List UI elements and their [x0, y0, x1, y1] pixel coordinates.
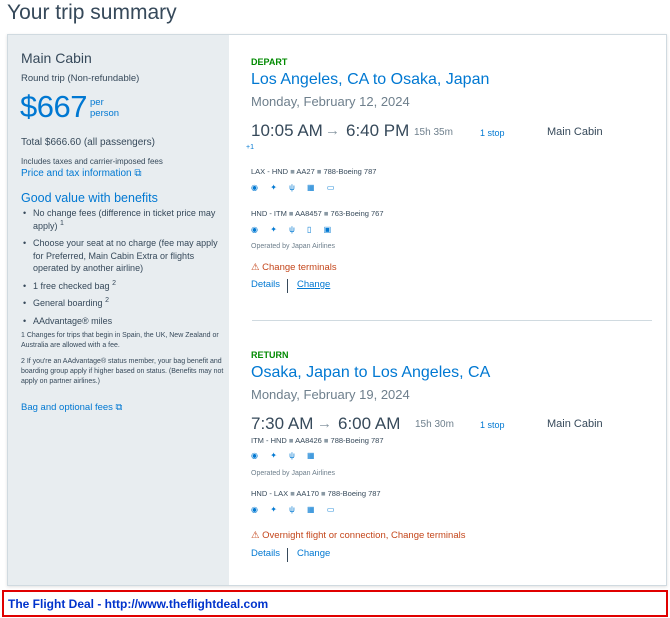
segment-info: HND - ITM ■ AA8457 ■ 763-Boeing 767	[251, 209, 384, 218]
segment-route: ITM - HND	[251, 436, 287, 445]
segment-aircraft: 763-Boeing 767	[330, 209, 384, 218]
benefit-footnote-ref: 1	[60, 219, 64, 227]
segment-route: HND - LAX	[251, 489, 289, 498]
itinerary-panel: DEPART Los Angeles, CA to Osaka, Japan M…	[229, 35, 666, 585]
change-terminals-warning: ⚠ Change terminals	[251, 262, 337, 273]
per-label: per	[90, 97, 104, 108]
return-arrival-time: 6:00 AM	[338, 414, 401, 433]
benefit-item: AAdvantage® miles	[21, 315, 226, 328]
depart-duration: 15h 35m	[414, 127, 453, 138]
benefit-item: No change fees (difference in ticket pri…	[21, 207, 226, 232]
amenities-icons: ◉ ✦ ψ ▯ ▣	[251, 225, 337, 234]
amenities-icons: ◉ ✦ ψ ▦ ▭	[251, 505, 340, 514]
benefit-text: AAdvantage® miles	[33, 315, 113, 326]
depart-change-link[interactable]: Change	[297, 279, 330, 290]
price-per-person: $667	[20, 89, 87, 124]
segment-flight: AA170	[296, 489, 319, 498]
return-details-link[interactable]: Details	[251, 548, 280, 559]
return-change-link[interactable]: Change	[297, 548, 330, 559]
segment-aircraft: 788-Boeing 787	[330, 436, 384, 445]
depart-details-link[interactable]: Details	[251, 279, 280, 290]
trip-type: Round trip (Non-refundable)	[21, 73, 140, 84]
amenities-icons: ◉ ✦ ψ ▦	[251, 451, 320, 460]
return-duration: 15h 30m	[415, 419, 454, 430]
amenities-icons: ◉ ✦ ψ ▦ ▭	[251, 183, 340, 192]
footer-banner: The Flight Deal - http://www.theflightde…	[2, 590, 668, 617]
good-value-heading: Good value with benefits	[21, 191, 158, 205]
person-label: person	[90, 108, 120, 119]
return-stops-link[interactable]: 1 stop	[480, 420, 505, 430]
depart-cabin: Main Cabin	[547, 126, 603, 138]
footnote-2: 2 If you're an AAdvantage® status member…	[21, 358, 224, 385]
benefit-text: General boarding	[33, 298, 103, 308]
segment-flight: AA8426	[295, 436, 322, 445]
depart-arrival-time: 6:40 PM	[346, 121, 410, 140]
depart-date: Monday, February 12, 2024	[251, 94, 410, 109]
benefit-item: 1 free checked bag 2	[21, 280, 226, 293]
depart-route: Los Angeles, CA to Osaka, Japan	[251, 71, 490, 88]
segment-flight: AA27	[296, 167, 315, 176]
return-date: Monday, February 19, 2024	[251, 387, 410, 402]
per-person-label: per person	[90, 97, 119, 119]
operated-by: Operated by Japan Airlines	[251, 470, 336, 477]
benefit-footnote-ref: 2	[112, 279, 116, 287]
depart-departure-time: 10:05 AM	[251, 121, 323, 140]
return-departure-time: 7:30 AM	[251, 414, 314, 433]
footnote-1: 1 Changes for trips that begin in Spain,…	[21, 332, 219, 349]
arrow-icon: →	[317, 415, 332, 432]
segment-flight: AA8457	[295, 209, 322, 218]
plus-day-indicator: +1	[246, 144, 254, 151]
return-label: RETURN	[251, 350, 289, 360]
segment-route: HND - ITM	[251, 209, 287, 218]
benefit-text: Choose your seat at no charge (fee may a…	[33, 238, 218, 273]
return-cabin: Main Cabin	[547, 418, 603, 430]
benefit-item: General boarding 2	[21, 297, 226, 310]
benefit-text: 1 free checked bag	[33, 280, 110, 291]
benefit-item: Choose your seat at no charge (fee may a…	[21, 237, 226, 275]
benefits-list: No change fees (difference in ticket pri…	[21, 207, 226, 332]
price-summary-panel: Main Cabin Round trip (Non-refundable) $…	[8, 35, 229, 585]
overnight-warning: ⚠ Overnight flight or connection, Change…	[251, 530, 466, 541]
cabin-name: Main Cabin	[21, 50, 92, 66]
divider	[287, 279, 288, 293]
trip-summary-card: Main Cabin Round trip (Non-refundable) $…	[7, 34, 667, 586]
bag-fees-link[interactable]: Bag and optional fees ⧉	[21, 402, 122, 413]
total-price: Total $666.60 (all passengers)	[21, 137, 155, 148]
depart-label: DEPART	[251, 57, 288, 67]
segment-aircraft: 788-Boeing 787	[323, 167, 377, 176]
segment-info: ITM - HND ■ AA8426 ■ 788-Boeing 787	[251, 436, 384, 445]
benefit-footnote-ref: 2	[105, 297, 109, 304]
price-tax-info-link[interactable]: Price and tax information ⧉	[21, 168, 142, 179]
includes-taxes-note: Includes taxes and carrier-imposed fees	[21, 157, 163, 166]
segment-route: LAX - HND	[251, 167, 289, 176]
depart-stops-link[interactable]: 1 stop	[480, 128, 505, 138]
page-title: Your trip summary	[7, 1, 177, 24]
segment-info: LAX - HND ■ AA27 ■ 788-Boeing 787	[251, 167, 377, 176]
divider	[287, 548, 288, 562]
operated-by: Operated by Japan Airlines	[251, 243, 336, 250]
footer-text: The Flight Deal - http://www.theflightde…	[8, 597, 269, 611]
section-divider	[252, 320, 652, 321]
segment-info: HND - LAX ■ AA170 ■ 788-Boeing 787	[251, 489, 381, 498]
arrow-icon: →	[325, 122, 340, 139]
return-route: Osaka, Japan to Los Angeles, CA	[251, 364, 491, 381]
segment-aircraft: 788-Boeing 787	[327, 489, 381, 498]
